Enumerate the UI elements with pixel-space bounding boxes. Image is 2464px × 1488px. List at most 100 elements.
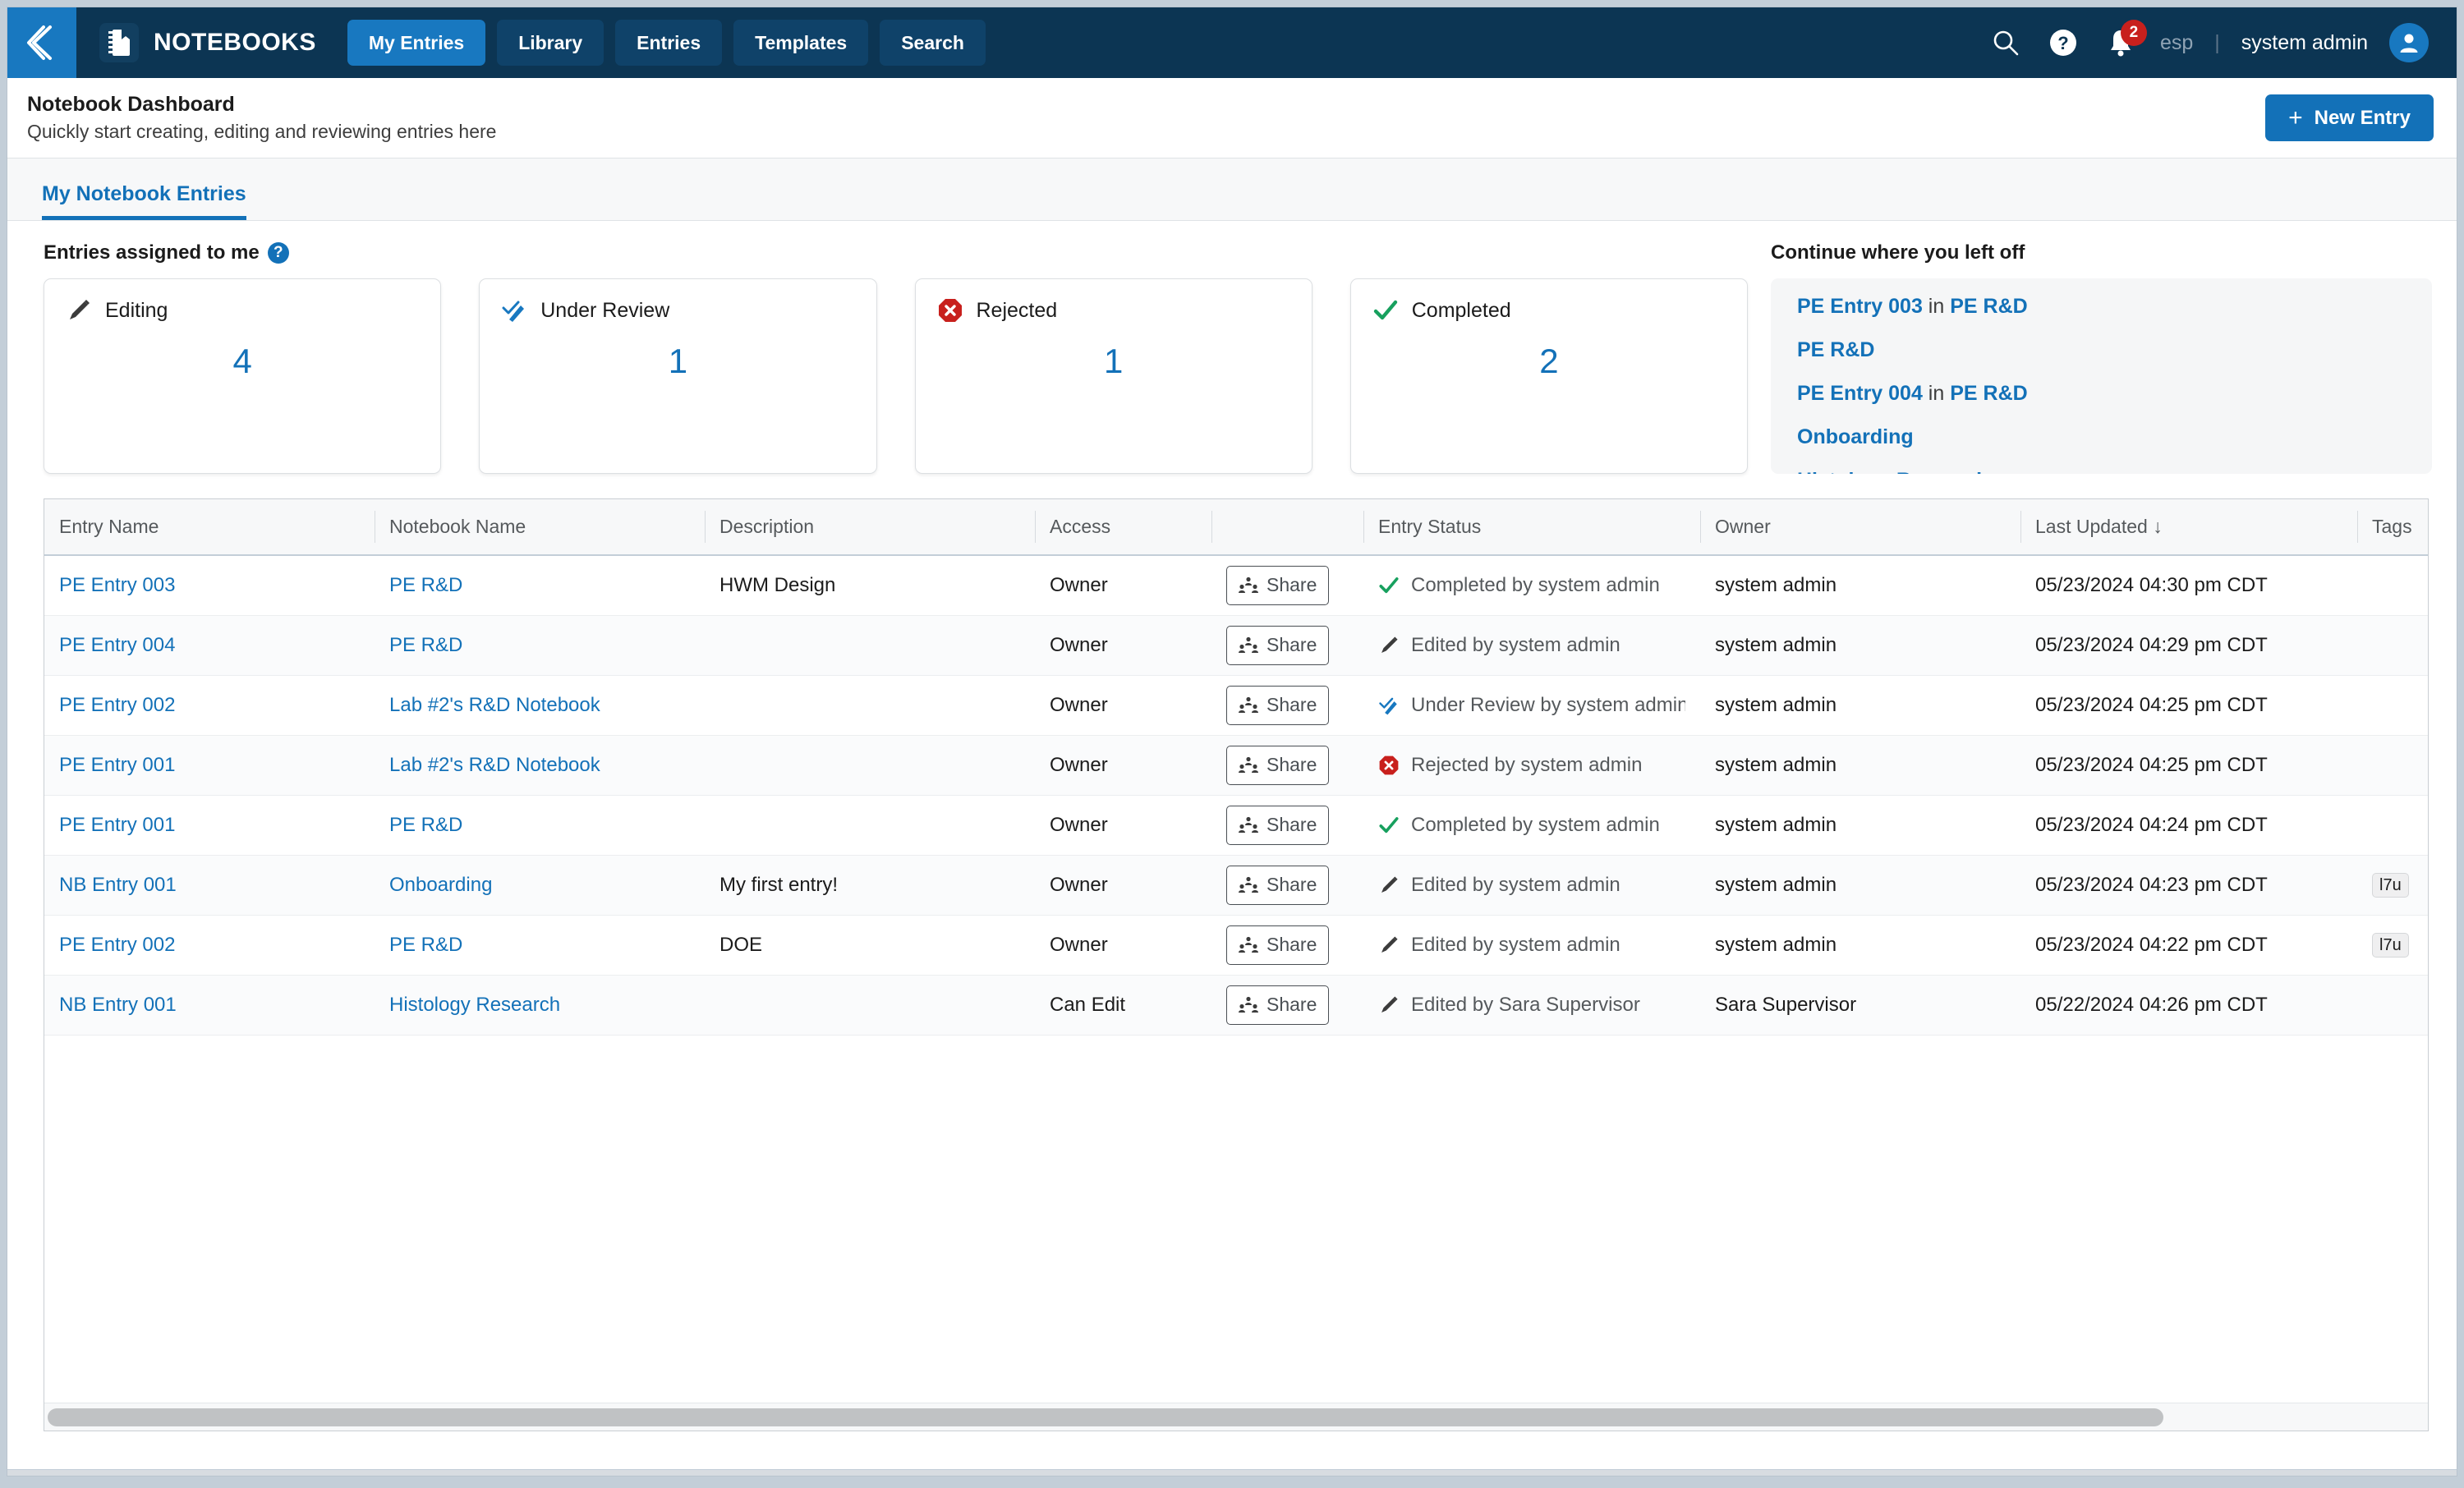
cell-notebook-name[interactable]: Lab #2's R&D Notebook [375,735,705,796]
table-row[interactable]: PE Entry 001 PE R&D Owner Share Complete… [44,795,2428,856]
continue-entry-link[interactable]: PE Entry 004 [1797,382,1923,405]
cell-notebook-name[interactable]: Histology Research [375,975,705,1036]
new-entry-button[interactable]: + New Entry [2265,94,2434,141]
cell-notebook-name[interactable]: PE R&D [375,615,705,676]
col-tags[interactable]: Tags [2357,499,2428,556]
cell-entry-name[interactable]: PE Entry 004 [44,615,375,676]
review-check-icon [1379,697,1397,714]
cell-access: Owner [1035,615,1211,676]
horizontal-scrollbar-thumb[interactable] [48,1408,2163,1426]
cell-share: Share [1211,975,1363,1036]
application-window: NOTEBOOKS My Entries Library Entries Tem… [7,7,2457,1477]
stat-card-rejected[interactable]: Rejected 1 [914,278,1312,474]
cell-owner: system admin [1700,615,2020,676]
col-description[interactable]: Description [705,499,1035,556]
cell-entry-name[interactable]: PE Entry 001 [44,795,375,856]
continue-notebook-link[interactable]: PE R&D [1950,382,2027,405]
col-entry-status[interactable]: Entry Status [1363,499,1700,556]
pencil-icon [1381,935,1398,953]
search-icon[interactable] [1988,25,2024,61]
stat-card-completed[interactable]: Completed 2 [1349,278,1748,474]
cell-entry-name[interactable]: NB Entry 001 [44,855,375,916]
continue-entry-link[interactable]: PE R&D [1797,338,1874,361]
share-button[interactable]: Share [1226,565,1330,605]
status-wrapper: Edited by system admin [1378,874,1685,897]
pencil-icon [70,300,90,319]
cell-notebook-name[interactable]: PE R&D [375,795,705,856]
tag-chip[interactable]: l7u [2372,872,2409,898]
cell-entry-name[interactable]: NB Entry 001 [44,975,375,1036]
help-icon[interactable]: ? [2045,25,2081,61]
share-button[interactable]: Share [1226,625,1330,665]
stat-card-editing[interactable]: Editing 4 [44,278,442,474]
table-row[interactable]: PE Entry 001 Lab #2's R&D Notebook Owner [44,735,2428,796]
nav-tab-library[interactable]: Library [497,20,605,66]
share-button-label: Share [1266,754,1317,775]
table-row[interactable]: NB Entry 001 Histology Research Can Edit [44,975,2428,1036]
col-access[interactable]: Access [1035,499,1211,556]
nav-tab-my-entries[interactable]: My Entries [347,20,486,66]
sub-tab-strip: My Notebook Entries [7,158,2457,221]
cell-notebook-name[interactable]: Lab #2's R&D Notebook [375,675,705,736]
nav-tab-search[interactable]: Search [880,20,986,66]
cell-notebook-name[interactable]: PE R&D [375,555,705,616]
status-text: Under Review by system admin [1411,693,1685,716]
horizontal-scrollbar[interactable] [44,1403,2428,1431]
stat-card-under-review-value: 1 [668,342,688,380]
share-people-icon [1239,816,1258,833]
col-entry-name[interactable]: Entry Name [44,499,375,556]
cell-description [705,795,1035,856]
cell-tags [2357,975,2428,1036]
table-row[interactable]: PE Entry 002 PE R&D DOE Owner Share Edit… [44,915,2428,976]
continue-item[interactable]: PE Entry 003 in PE R&D [1797,296,2406,317]
continue-entry-link[interactable]: Onboarding [1797,425,1914,448]
table-row[interactable]: PE Entry 003 PE R&D HWM Design Owner Sha… [44,555,2428,616]
share-button[interactable]: Share [1226,865,1330,905]
continue-entry-link[interactable]: PE Entry 003 [1797,295,1923,318]
cell-entry-status: Edited by system admin [1363,615,1700,676]
notifications-icon[interactable]: 2 [2103,20,2147,61]
cell-last-updated: 05/22/2024 04:26 pm CDT [2020,975,2357,1036]
share-button[interactable]: Share [1226,805,1330,845]
cell-notebook-name[interactable]: PE R&D [375,915,705,976]
continue-notebook-link[interactable]: PE R&D [1950,295,2027,318]
table-row[interactable]: PE Entry 004 PE R&D Owner Share Edited b… [44,615,2428,676]
col-owner[interactable]: Owner [1700,499,2020,556]
collapse-sidebar-button[interactable] [7,7,76,78]
cell-entry-name[interactable]: PE Entry 001 [44,735,375,796]
continue-entry-link[interactable]: Histology Research [1797,469,1988,475]
avatar[interactable] [2389,23,2429,62]
nav-tab-entries[interactable]: Entries [615,20,723,66]
table-row[interactable]: NB Entry 001 Onboarding My first entry! … [44,855,2428,916]
stat-card-under-review[interactable]: Under Review 1 [479,278,877,474]
cell-owner: system admin [1700,855,2020,916]
tag-chip[interactable]: l7u [2372,932,2409,958]
col-last-updated[interactable]: Last Updated ↓ [2020,499,2357,556]
cell-share: Share [1211,795,1363,856]
notebook-logo-icon [99,23,139,62]
help-icon-assigned[interactable]: ? [267,242,289,264]
cell-notebook-name[interactable]: Onboarding [375,855,705,916]
divider: | [2214,30,2220,54]
cell-entry-name[interactable]: PE Entry 002 [44,915,375,976]
share-button[interactable]: Share [1226,685,1330,725]
continue-item[interactable]: PE R&D [1797,340,2406,361]
table-row[interactable]: PE Entry 002 Lab #2's R&D Notebook Owner [44,675,2428,736]
share-button[interactable]: Share [1226,925,1330,965]
continue-item[interactable]: Histology Research [1797,469,2406,475]
nav-tab-templates[interactable]: Templates [733,20,869,66]
continue-item[interactable]: PE Entry 004 in PE R&D [1797,383,2406,404]
cell-entry-name[interactable]: PE Entry 002 [44,675,375,736]
tab-my-notebook-entries[interactable]: My Notebook Entries [42,182,246,220]
sort-descending-icon: ↓ [2153,516,2163,537]
col-last-updated-label: Last Updated [2035,516,2148,537]
cell-entry-name[interactable]: PE Entry 003 [44,555,375,616]
share-button[interactable]: Share [1226,745,1330,785]
cell-owner: system admin [1700,675,2020,736]
question-circle-glyph: ? [2049,30,2076,56]
col-notebook-name[interactable]: Notebook Name [375,499,705,556]
continue-item[interactable]: Onboarding [1797,427,2406,448]
assigned-column: Entries assigned to me ? Editing 4 Under… [44,241,1748,474]
language-selector[interactable]: esp [2160,31,2193,55]
share-button[interactable]: Share [1226,985,1330,1025]
